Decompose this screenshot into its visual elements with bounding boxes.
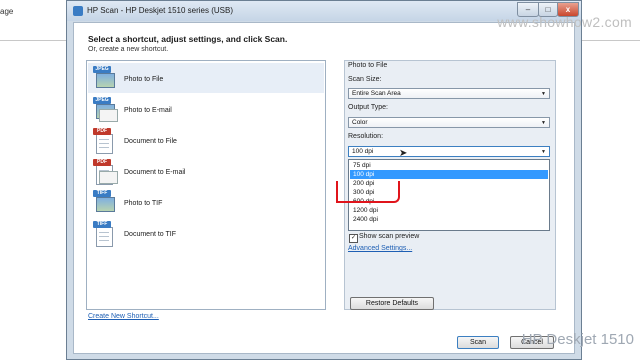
resolution-option-2400[interactable]: 2400 dpi bbox=[350, 215, 548, 224]
mouse-cursor-icon: ➤ bbox=[399, 148, 408, 159]
scan-size-select[interactable]: Entire Scan Area ▼ bbox=[348, 88, 550, 99]
resolution-option-75[interactable]: 75 dpi bbox=[350, 161, 548, 170]
instructions-subheading: Or, create a new shortcut. bbox=[88, 46, 169, 53]
watermark: www.showhow2.com bbox=[497, 14, 632, 30]
background-window-right bbox=[582, 0, 640, 360]
jpeg-email-icon: JPEG bbox=[93, 97, 118, 123]
window-title: HP Scan - HP Deskjet 1510 series (USB) bbox=[87, 6, 233, 15]
show-preview-checkbox[interactable]: ✓ bbox=[349, 234, 358, 243]
file-type-tag: PDF bbox=[93, 159, 111, 166]
shortcut-label: Photo to E-mail bbox=[124, 107, 172, 114]
restore-defaults-button[interactable]: Restore Defaults bbox=[350, 297, 434, 310]
file-type-tag: TIFF bbox=[93, 190, 111, 197]
show-preview-label: Show scan preview bbox=[359, 233, 420, 240]
shortcut-label: Photo to File bbox=[124, 76, 164, 83]
advanced-settings-link[interactable]: Advanced Settings... bbox=[348, 245, 412, 252]
resolution-option-1200[interactable]: 1200 dpi bbox=[350, 206, 548, 215]
annotation-highlight bbox=[336, 181, 400, 203]
resolution-option-100[interactable]: 100 dpi bbox=[350, 170, 548, 179]
background-text: age bbox=[0, 7, 14, 16]
video-caption: HP Deskjet 1510 bbox=[521, 331, 634, 348]
scan-size-value: Entire Scan Area bbox=[352, 90, 401, 97]
output-type-select[interactable]: Color ▼ bbox=[348, 117, 550, 128]
resolution-label: Resolution: bbox=[348, 133, 384, 140]
dropdown-arrow-icon: ▼ bbox=[541, 120, 546, 126]
shortcut-photo-to-email[interactable]: JPEG Photo to E-mail bbox=[88, 94, 324, 124]
dropdown-arrow-icon: ▼ bbox=[541, 149, 546, 155]
pdf-file-icon: PDF bbox=[93, 128, 115, 154]
scan-button[interactable]: Scan bbox=[457, 336, 499, 349]
instructions-heading: Select a shortcut, adjust settings, and … bbox=[88, 34, 288, 44]
background-divider bbox=[582, 40, 640, 41]
settings-title: Photo to File bbox=[348, 62, 388, 69]
shortcut-document-to-file[interactable]: PDF Document to File bbox=[88, 125, 324, 155]
shortcut-document-to-tif[interactable]: TIFF Document to TIF bbox=[88, 218, 324, 248]
file-type-tag: PDF bbox=[93, 128, 111, 135]
shortcut-photo-to-file[interactable]: JPEG Photo to File bbox=[88, 63, 324, 93]
shortcut-document-to-email[interactable]: PDF Document to E-mail bbox=[88, 156, 324, 186]
tiff-photo-icon: TIFF bbox=[93, 190, 115, 216]
file-type-tag: TIFF bbox=[93, 221, 111, 228]
shortcut-list[interactable]: JPEG Photo to File JPEG Photo to E-mail … bbox=[86, 60, 326, 310]
output-type-value: Color bbox=[352, 119, 368, 126]
app-icon bbox=[73, 6, 83, 16]
shortcut-label: Document to E-mail bbox=[124, 169, 186, 176]
resolution-value: 100 dpi bbox=[352, 148, 374, 155]
scan-size-label: Scan Size: bbox=[348, 76, 382, 83]
file-type-tag: JPEG bbox=[93, 66, 111, 73]
pdf-email-icon: PDF bbox=[93, 159, 118, 185]
shortcut-photo-to-tif[interactable]: TIFF Photo to TIF bbox=[88, 187, 324, 217]
output-type-label: Output Type: bbox=[348, 104, 388, 111]
shortcut-label: Document to TIF bbox=[124, 231, 177, 238]
jpeg-file-icon: JPEG bbox=[93, 66, 115, 92]
background-divider bbox=[0, 40, 66, 41]
background-window-left bbox=[0, 0, 66, 360]
file-type-tag: JPEG bbox=[93, 97, 111, 104]
tiff-document-icon: TIFF bbox=[93, 221, 115, 247]
create-new-shortcut-link[interactable]: Create New Shortcut... bbox=[88, 313, 159, 320]
shortcut-label: Document to File bbox=[124, 138, 177, 145]
shortcut-label: Photo to TIF bbox=[124, 200, 163, 207]
resolution-select[interactable]: 100 dpi ▼ bbox=[348, 146, 550, 157]
dropdown-arrow-icon: ▼ bbox=[541, 91, 546, 97]
